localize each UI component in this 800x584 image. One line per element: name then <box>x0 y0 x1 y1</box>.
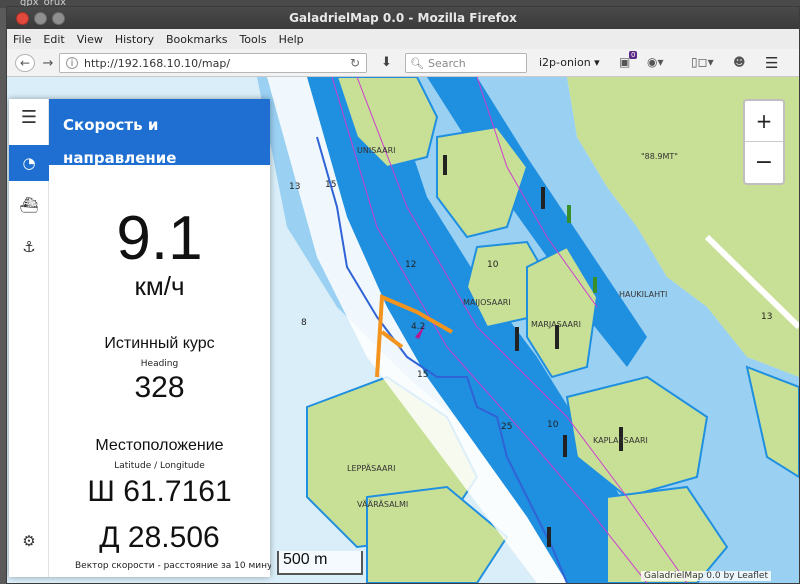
depth-label: 13 <box>289 182 300 192</box>
map-attribution[interactable]: GaladrielMap 0.0 by Leaflet <box>640 571 771 581</box>
menu-history[interactable]: History <box>115 33 154 46</box>
anchor-icon[interactable]: ⚓ <box>9 229 49 265</box>
place-haukilahti: HAUKILAHTI <box>619 290 667 299</box>
reload-icon[interactable]: ↻ <box>350 56 360 70</box>
map-page[interactable]: UNISAARI MAIJOSAARI MARJASAARI HAUKILAHT… <box>7 77 799 583</box>
place-marjasaari: MARJASAARI <box>531 320 581 329</box>
gear-icon[interactable]: ⚙ <box>9 523 49 559</box>
sidebar-panel: ☰ ◔ ⛴ ⚓ ⚙ Скорость и направление 9.1 км/… <box>9 99 271 577</box>
menu-icon[interactable]: ☰ <box>9 99 49 135</box>
window-title: GaladrielMap 0.0 - Mozilla Firefox <box>289 11 517 25</box>
place-maijosaari: MAIJOSAARI <box>463 298 511 307</box>
speed-vector-note: Вектор скорости - расстояние за 10 минут <box>75 561 271 571</box>
speedometer-icon[interactable]: ◔ <box>9 145 49 181</box>
zoom-in-button[interactable]: + <box>745 101 783 142</box>
menu-edit[interactable]: Edit <box>43 33 64 46</box>
search-input[interactable]: 🔍︎ Search <box>405 53 527 73</box>
url-text: http://192.168.10.10/map/ <box>84 56 231 70</box>
forward-button[interactable]: → <box>39 54 57 72</box>
depth-label: 10 <box>487 260 499 270</box>
sidebar-tabs: ☰ ◔ ⛴ ⚓ ⚙ <box>9 99 49 577</box>
speed-value: 9.1 <box>116 204 203 273</box>
depth-label: 15 <box>325 180 336 190</box>
back-button[interactable]: ← <box>15 54 35 72</box>
search-icon: 🔍︎ <box>410 56 424 70</box>
ship-icon[interactable]: ⛴ <box>9 187 49 223</box>
place-leppasaari: LEPPÄSAARI <box>347 463 395 473</box>
title-bar[interactable]: GaladrielMap 0.0 - Mozilla Firefox <box>7 7 799 29</box>
course-label: Истинный курс <box>104 335 215 352</box>
scale-bar: 500 m <box>277 551 363 575</box>
url-bar[interactable]: i http://192.168.10.10/map/ ↻ <box>59 53 367 73</box>
depth-label: 8 <box>301 318 307 328</box>
place-height: "88.9MT" <box>641 152 678 161</box>
latitude-value: Ш 61.7161 <box>87 475 232 508</box>
course-value: 328 <box>134 371 185 404</box>
monkey-icon[interactable]: ☻ <box>733 55 746 69</box>
menu-view[interactable]: View <box>77 33 103 46</box>
menu-tools[interactable]: Tools <box>239 33 266 46</box>
menu-file[interactable]: File <box>13 33 31 46</box>
zoom-control: + − <box>743 99 785 185</box>
info-icon[interactable]: i <box>66 57 78 69</box>
browser-window: GaladrielMap 0.0 - Mozilla Firefox File … <box>6 6 800 584</box>
navigation-toolbar: ← → i http://192.168.10.10/map/ ↻ ⬇ 🔍︎ S… <box>7 49 799 77</box>
proxy-label: i2p-onion <box>539 56 591 69</box>
privacy-icon[interactable]: ◉▾ <box>647 55 664 69</box>
course-sublabel: Heading <box>140 359 179 369</box>
longitude-value: Д 28.506 <box>99 521 220 554</box>
place-vaarasalmi: VÄÄRÄSALMI <box>357 499 408 509</box>
menu-help[interactable]: Help <box>279 33 304 46</box>
depth-label: 25 <box>501 422 512 432</box>
browser-menu-icon[interactable]: ☰ <box>765 54 778 72</box>
extension-badge: 0 <box>629 51 638 59</box>
depth-label: 13 <box>761 312 772 322</box>
position-sublabel: Latitude / Longitude <box>114 461 205 471</box>
place-unisaari: UNISAARI <box>357 146 396 155</box>
speed-unit: км/ч <box>134 271 185 301</box>
place-kaplassaari: KAPLASSAARI <box>593 436 648 445</box>
position-label: Местоположение <box>95 437 224 454</box>
menu-bar: File Edit View History Bookmarks Tools H… <box>7 29 799 49</box>
depth-label: 15 <box>417 370 428 380</box>
menu-bookmarks[interactable]: Bookmarks <box>166 33 227 46</box>
search-placeholder: Search <box>427 56 466 70</box>
depth-label: 10 <box>547 420 559 430</box>
depth-label: 12 <box>405 260 416 270</box>
panel-title: Скорость и направление <box>49 99 270 167</box>
container-icon[interactable]: ▯◻▾ <box>691 55 714 69</box>
depth-label: 4.2 <box>411 322 425 332</box>
download-icon[interactable]: ⬇ <box>381 55 392 70</box>
zoom-out-button[interactable]: − <box>745 142 783 183</box>
proxy-selector[interactable]: i2p-onion ▾ <box>539 56 600 69</box>
